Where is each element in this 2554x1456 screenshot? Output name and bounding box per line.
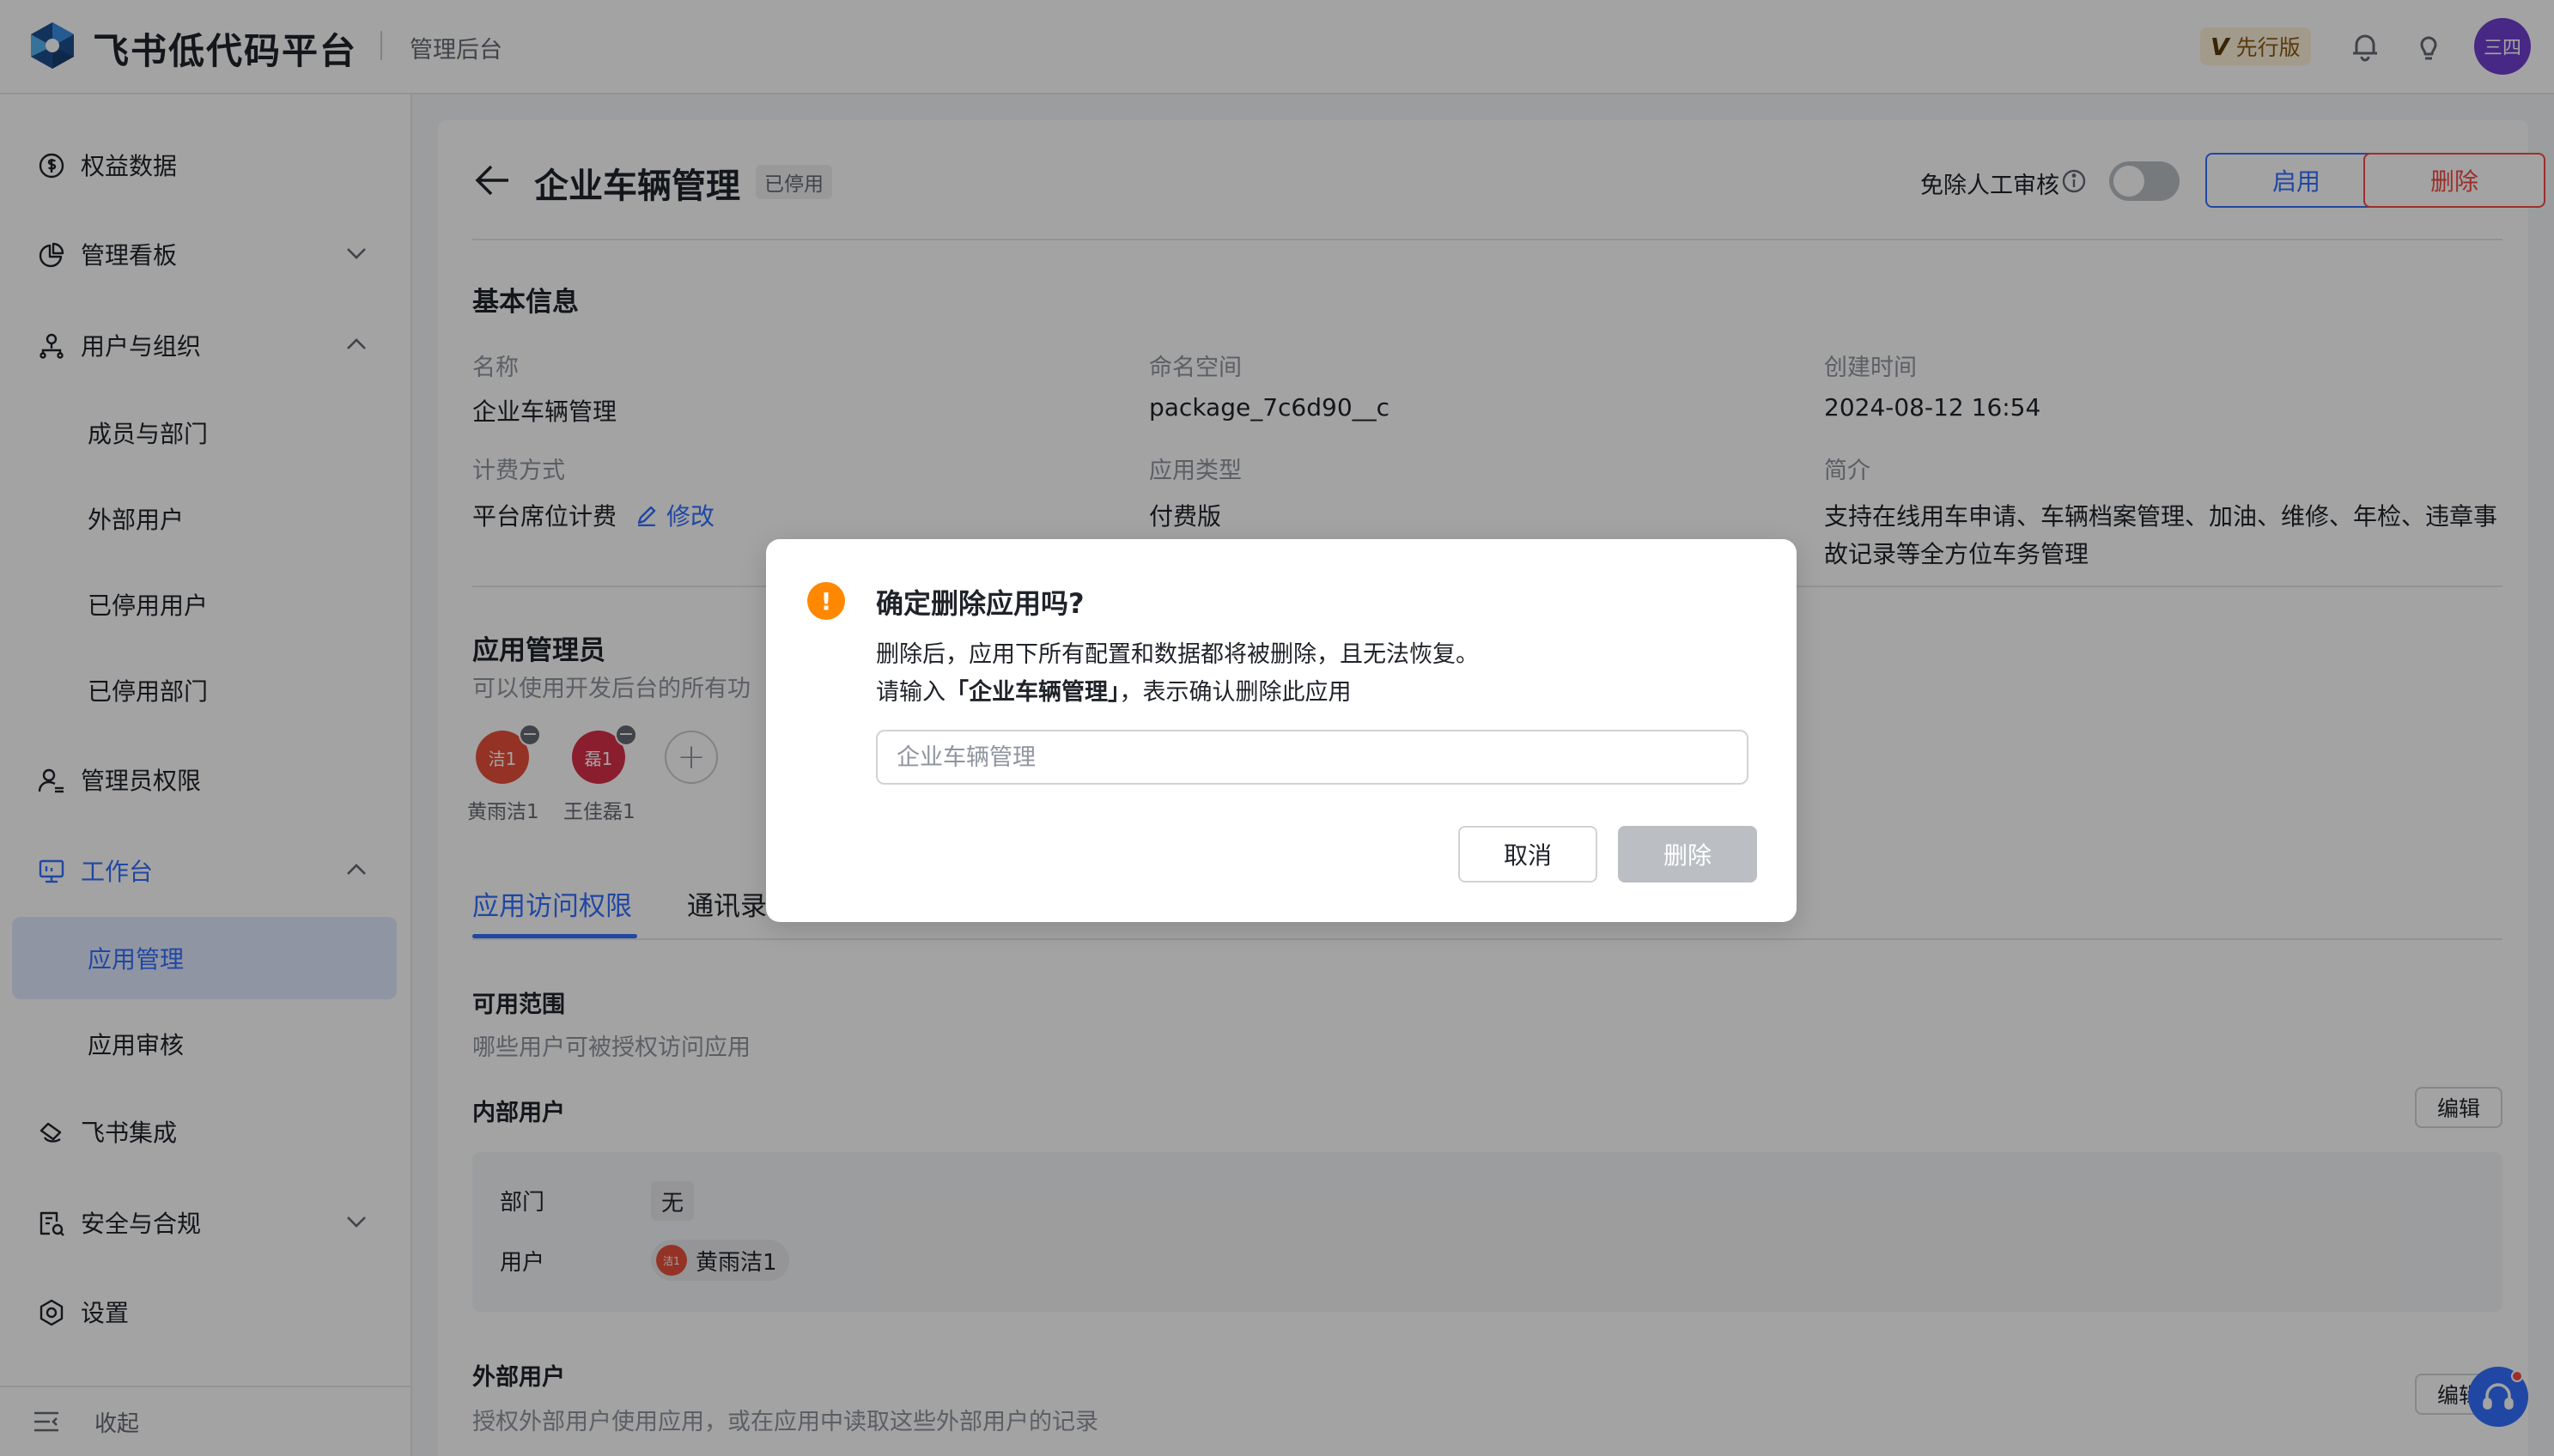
dialog-desc-line-2: 请输入「企业车辆管理」，表示确认删除此应用 [876,673,1352,707]
confirm-app-name-input[interactable] [876,730,1748,785]
warning-icon: ! [807,582,845,620]
cancel-button[interactable]: 取消 [1458,826,1597,883]
dialog-title: 确定删除应用吗? [876,587,1085,620]
desc-suffix: ，表示确认删除此应用 [1119,679,1352,706]
desc-prefix: 请输入 [876,679,946,706]
delete-confirm-dialog: ! 确定删除应用吗? 删除后，应用下所有配置和数据都将被删除，且无法恢复。 请输… [766,539,1797,922]
confirm-delete-button[interactable]: 删除 [1618,826,1757,883]
dialog-desc-line-1: 删除后，应用下所有配置和数据都将被删除，且无法恢复。 [876,641,1479,668]
desc-app-name: 「企业车辆管理」 [946,679,1120,706]
